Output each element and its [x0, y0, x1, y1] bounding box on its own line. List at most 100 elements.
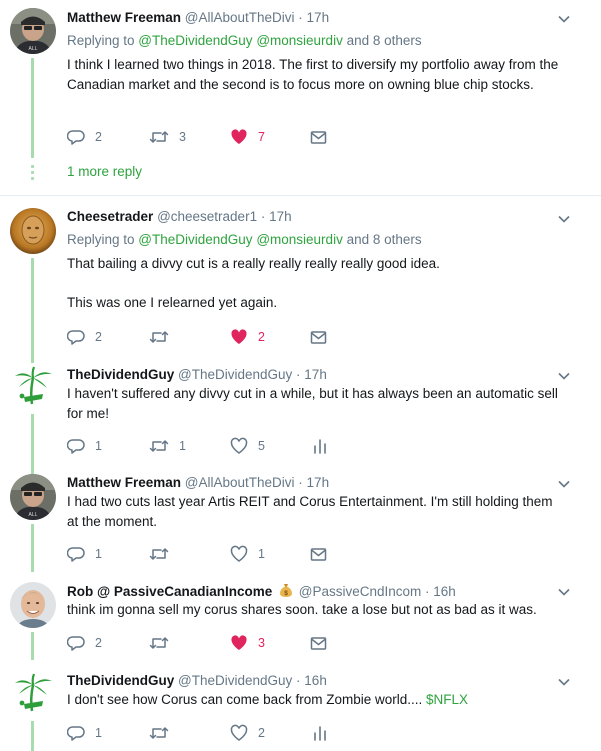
mention-link[interactable]: @TheDividendGuy: [138, 232, 252, 247]
tweet-header: TheDividendGuy @TheDividendGuy · 16h: [67, 673, 327, 688]
like-button[interactable]: 3: [230, 633, 265, 653]
tweet[interactable]: ALL Matthew Freeman @AllAboutTheDivi · 1…: [0, 464, 601, 572]
tweet-actions: 2 2: [67, 327, 367, 347]
user-handle[interactable]: @PassiveCndIncom: [299, 584, 422, 599]
reply-icon: [67, 330, 85, 345]
retweet-button[interactable]: [149, 327, 179, 347]
reply-button[interactable]: 2: [67, 633, 102, 653]
reply-icon: [67, 547, 85, 562]
like-button[interactable]: 1: [230, 544, 265, 564]
like-button[interactable]: 5: [230, 436, 265, 456]
avatar[interactable]: [10, 208, 56, 254]
user-handle[interactable]: @AllAboutTheDivi: [185, 10, 295, 25]
avatar[interactable]: [10, 582, 56, 628]
retweet-button[interactable]: [149, 633, 179, 653]
message-button[interactable]: [310, 327, 327, 347]
tweet[interactable]: Cheesetrader @cheesetrader1 · 17h Replyi…: [0, 196, 601, 363]
chevron-down-icon[interactable]: [557, 12, 571, 26]
message-button[interactable]: [310, 127, 327, 147]
mention-link[interactable]: @monsieurdiv: [256, 33, 342, 48]
analytics-button[interactable]: [313, 436, 327, 456]
tweet-text: I think I learned two things in 2018. Th…: [67, 57, 559, 92]
tweet-header: Cheesetrader @cheesetrader1 · 17h: [67, 209, 292, 224]
tweet[interactable]: ALL Matthew Freeman @AllAboutTheDivi · 1…: [0, 0, 601, 195]
mention-link[interactable]: @TheDividendGuy: [138, 33, 252, 48]
chevron-down-icon[interactable]: [557, 477, 571, 491]
thread-line: [31, 524, 34, 572]
thread-dots: [30, 165, 35, 183]
user-handle[interactable]: @TheDividendGuy: [178, 367, 292, 382]
reply-button[interactable]: 1: [67, 436, 102, 456]
avatar[interactable]: [10, 671, 56, 717]
analytics-icon: [314, 439, 326, 454]
cashtag-link[interactable]: $NFLX: [426, 692, 468, 707]
retweet-icon: [149, 548, 169, 560]
thread-line: [31, 58, 34, 158]
user-handle[interactable]: @TheDividendGuy: [178, 673, 292, 688]
retweet-icon: [149, 727, 169, 739]
like-count: 5: [258, 439, 265, 453]
reply-count: 1: [95, 726, 102, 740]
tweet[interactable]: TheDividendGuy @TheDividendGuy · 17h I h…: [0, 356, 601, 474]
timestamp[interactable]: 16h: [304, 673, 327, 688]
timestamp[interactable]: 17h: [307, 475, 330, 490]
timestamp[interactable]: 16h: [433, 584, 456, 599]
avatar[interactable]: ALL: [10, 474, 56, 520]
mention-link[interactable]: @monsieurdiv: [256, 232, 342, 247]
tweet-header: Matthew Freeman @AllAboutTheDivi · 17h: [67, 10, 330, 25]
retweet-button[interactable]: [149, 544, 179, 564]
heart-outline-icon: [230, 545, 248, 562]
display-name[interactable]: Cheesetrader: [67, 209, 153, 224]
avatar[interactable]: [10, 364, 56, 410]
thread-line: [31, 258, 34, 363]
reply-button[interactable]: 1: [67, 544, 102, 564]
tweet-actions: 1 1 5: [67, 436, 367, 456]
reply-button[interactable]: 2: [67, 327, 102, 347]
like-button[interactable]: 2: [230, 327, 265, 347]
svg-text:ALL: ALL: [29, 512, 38, 518]
retweet-button[interactable]: [149, 723, 179, 743]
display-name[interactable]: Matthew Freeman: [67, 475, 181, 490]
reply-count: 1: [95, 547, 102, 561]
message-button[interactable]: [310, 544, 327, 564]
retweet-icon: [149, 131, 169, 143]
chevron-down-icon[interactable]: [557, 585, 571, 599]
timestamp[interactable]: 17h: [269, 209, 292, 224]
tweet-text: think im gonna sell my corus shares soon…: [67, 602, 537, 617]
heart-outline-icon: [230, 724, 248, 741]
others-link[interactable]: and 8 others: [343, 33, 422, 48]
user-handle[interactable]: @cheesetrader1: [157, 209, 257, 224]
tweet-actions: 1 2: [67, 723, 367, 743]
reply-button[interactable]: 1: [67, 723, 102, 743]
retweet-count: 1: [179, 439, 186, 453]
chevron-down-icon[interactable]: [557, 212, 571, 226]
tweet[interactable]: TheDividendGuy @TheDividendGuy · 16h I d…: [0, 660, 601, 751]
svg-text:$: $: [284, 590, 288, 597]
reply-count: 1: [95, 439, 102, 453]
like-button[interactable]: 7: [230, 127, 265, 147]
chevron-down-icon[interactable]: [557, 675, 571, 689]
like-button[interactable]: 2: [230, 723, 265, 743]
like-count: 2: [258, 330, 265, 344]
tweet[interactable]: Rob @ PassiveCanadianIncome $ @PassiveCn…: [0, 572, 601, 660]
timestamp[interactable]: 17h: [307, 10, 330, 25]
avatar[interactable]: ALL: [10, 8, 56, 54]
tweet-actions: 2 3 7: [67, 127, 367, 147]
display-name[interactable]: TheDividendGuy: [67, 673, 174, 688]
more-replies-link[interactable]: 1 more reply: [67, 164, 142, 179]
others-link[interactable]: and 8 others: [343, 232, 422, 247]
user-handle[interactable]: @AllAboutTheDivi: [185, 475, 295, 490]
timestamp[interactable]: 17h: [304, 367, 327, 382]
analytics-button[interactable]: [313, 723, 327, 743]
chevron-down-icon[interactable]: [557, 369, 571, 383]
reply-button[interactable]: 2: [67, 127, 102, 147]
retweet-button[interactable]: 1: [149, 436, 186, 456]
tweet-text: That bailing a divvy cut is a really rea…: [67, 256, 440, 310]
display-name[interactable]: Matthew Freeman: [67, 10, 181, 25]
display-name[interactable]: TheDividendGuy: [67, 367, 174, 382]
retweet-button[interactable]: 3: [149, 127, 186, 147]
svg-text:ALL: ALL: [29, 46, 38, 52]
message-button[interactable]: [310, 633, 327, 653]
display-name[interactable]: Rob @ PassiveCanadianIncome: [67, 584, 272, 599]
analytics-icon: [314, 726, 326, 741]
